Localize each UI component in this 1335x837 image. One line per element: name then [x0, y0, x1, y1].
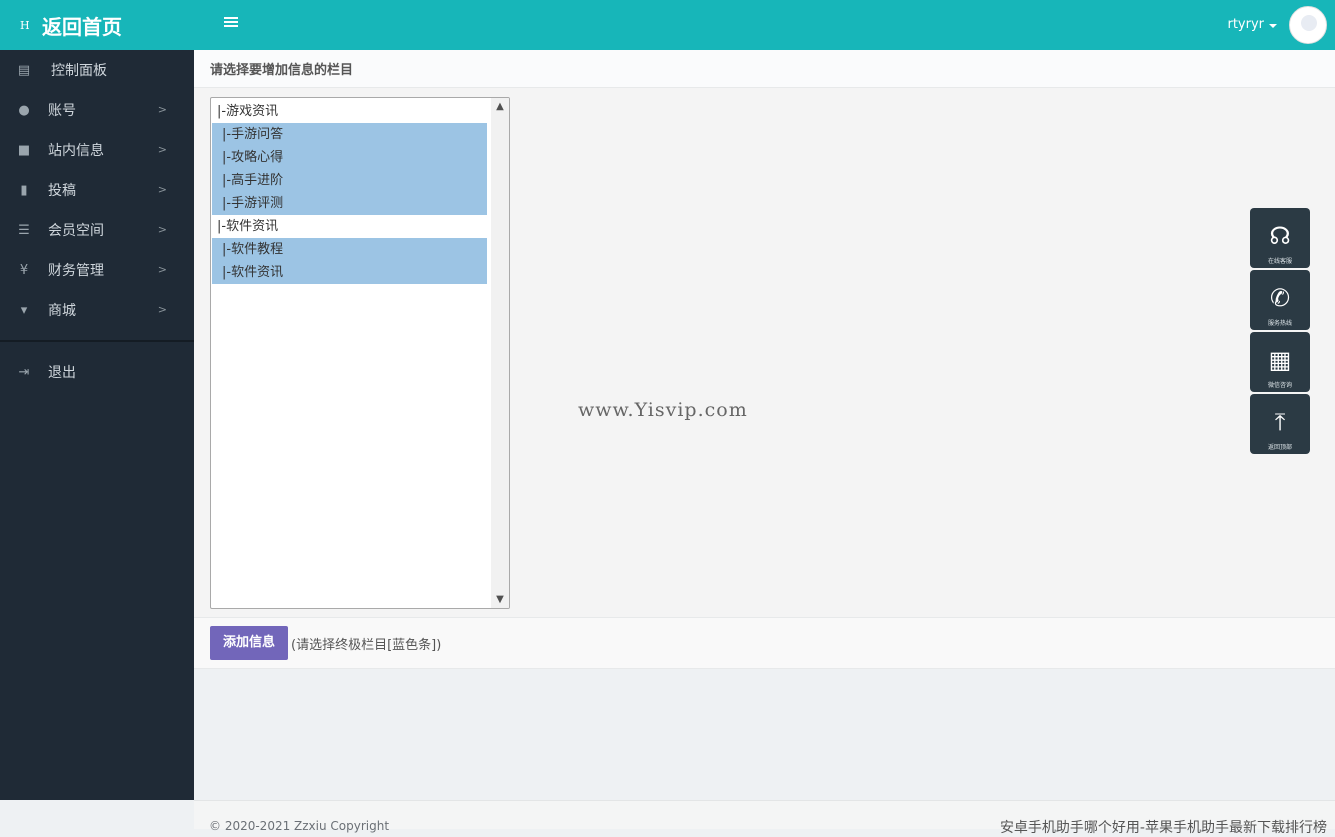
avatar[interactable] [1289, 6, 1327, 44]
scroll-up-icon[interactable]: ▲ [491, 98, 509, 115]
category-option[interactable]: |-游戏资讯 [212, 100, 487, 123]
dashboard-icon: ▤ [17, 62, 31, 78]
logout-icon: ⇥ [18, 364, 30, 380]
caret-down-icon [1269, 23, 1277, 28]
sidebar-item-logout[interactable]: ⇥ 退出 [0, 352, 194, 392]
category-option[interactable]: |-手游评测 [212, 192, 487, 215]
sidebar-item-member-space[interactable]: ☰ 会员空间 > [0, 210, 194, 250]
float-button-caption: 在线客服 [1267, 258, 1292, 265]
sidebar-item-label: 控制面板 [51, 63, 107, 79]
sidebar-item-label: 投稿 [48, 183, 76, 199]
float-button-caption: 返回顶部 [1267, 444, 1292, 451]
brand-title: 返回首页 [42, 14, 122, 39]
category-option[interactable]: |-软件教程 [212, 238, 487, 261]
wechat-consult-button[interactable]: ▦ 微信咨询 [1250, 332, 1310, 392]
sidebar-item-messages[interactable]: ■ 站内信息 > [0, 130, 194, 170]
page-footer: © 2020-2021 Zzxiu Copyright 安卓手机助手哪个好用-苹… [194, 800, 1335, 836]
chevron-right-icon: > [157, 103, 167, 116]
copyright-text: © 2020-2021 Zzxiu Copyright [209, 819, 390, 833]
main-content: 请选择要增加信息的栏目 |-游戏资讯 |-手游问答 |-攻略心得 |-高手进阶 … [194, 50, 1335, 800]
select-scrollbar[interactable]: ▲ ▼ [491, 98, 509, 608]
brand-link[interactable]: H 返回首页 [0, 0, 194, 50]
floating-toolbar: ☊ 在线客服 ✆ 服务热线 ▦ 微信咨询 ⤒ 返回顶部 [1250, 208, 1310, 456]
home-icon: H [20, 18, 30, 32]
scroll-down-icon[interactable]: ▼ [491, 591, 509, 608]
chevron-right-icon: > [157, 263, 167, 276]
sidebar-item-label: 账号 [48, 103, 76, 119]
panel-title: 请选择要增加信息的栏目 [194, 50, 1335, 88]
chevron-right-icon: > [157, 143, 167, 156]
sidebar-item-dashboard[interactable]: ▤ 控制面板 [0, 50, 194, 90]
select-hint: (请选择终极栏目[蓝色条]) [291, 637, 442, 653]
sidebar-item-submit[interactable]: ▮ 投稿 > [0, 170, 194, 210]
sidebar-item-label: 会员空间 [48, 223, 104, 239]
category-option[interactable]: |-软件资讯 [212, 215, 487, 238]
category-select[interactable]: |-游戏资讯 |-手游问答 |-攻略心得 |-高手进阶 |-手游评测 |-软件资… [210, 97, 510, 609]
category-option[interactable]: |-攻略心得 [212, 146, 487, 169]
user-menu[interactable]: rtyryr [1227, 17, 1277, 32]
sidebar-item-label: 退出 [48, 365, 76, 381]
top-navbar: H 返回首页 rtyryr [0, 0, 1335, 50]
sidebar-toggle-icon[interactable] [224, 17, 238, 31]
file-icon: ▮ [20, 182, 28, 198]
online-service-button[interactable]: ☊ 在线客服 [1250, 208, 1310, 268]
yen-icon: ¥ [19, 262, 29, 278]
list-icon: ☰ [18, 222, 30, 238]
sidebar-item-account[interactable]: ● 账号 > [0, 90, 194, 130]
add-info-button[interactable]: 添加信息 [210, 626, 289, 660]
category-option[interactable]: |-高手进阶 [212, 169, 487, 192]
back-to-top-button[interactable]: ⤒ 返回顶部 [1250, 394, 1310, 454]
footer-link[interactable]: 安卓手机助手哪个好用-苹果手机助手最新下载排行榜 [1000, 817, 1327, 837]
sidebar-item-label: 财务管理 [48, 263, 104, 279]
sidebar-divider [0, 340, 194, 342]
watermark-text: www.Yisvip.com [578, 399, 748, 421]
category-option[interactable]: |-软件资讯 [212, 261, 487, 284]
float-button-caption: 服务热线 [1267, 320, 1292, 327]
phone-icon: ✆ [1269, 284, 1291, 312]
panel-body: |-游戏资讯 |-手游问答 |-攻略心得 |-高手进阶 |-手游评测 |-软件资… [194, 88, 1335, 617]
headset-icon: ☊ [1269, 222, 1291, 250]
sidebar-item-label: 站内信息 [48, 143, 104, 159]
sidebar-item-finance[interactable]: ¥ 财务管理 > [0, 250, 194, 290]
float-button-caption: 微信咨询 [1267, 382, 1292, 389]
category-option[interactable]: |-手游问答 [212, 123, 487, 146]
sidebar-item-label: 商城 [48, 303, 76, 319]
service-hotline-button[interactable]: ✆ 服务热线 [1250, 270, 1310, 330]
user-icon: ● [18, 102, 30, 118]
sidebar: ▤ 控制面板 ● 账号 > ■ 站内信息 > ▮ 投稿 > ☰ 会员空间 > ¥… [0, 50, 194, 800]
arrow-up-icon: ⤒ [1274, 408, 1286, 436]
chevron-right-icon: > [157, 183, 167, 196]
chevron-right-icon: > [157, 223, 167, 236]
sidebar-item-shop[interactable]: ▾ 商城 > [0, 290, 194, 330]
panel-footer: 添加信息 (请选择终极栏目[蓝色条]) [194, 617, 1335, 669]
chevron-right-icon: > [157, 303, 167, 316]
username: rtyryr [1227, 17, 1264, 32]
comment-icon: ■ [17, 142, 31, 158]
cart-icon: ▾ [20, 302, 28, 318]
qrcode-icon: ▦ [1268, 346, 1292, 374]
